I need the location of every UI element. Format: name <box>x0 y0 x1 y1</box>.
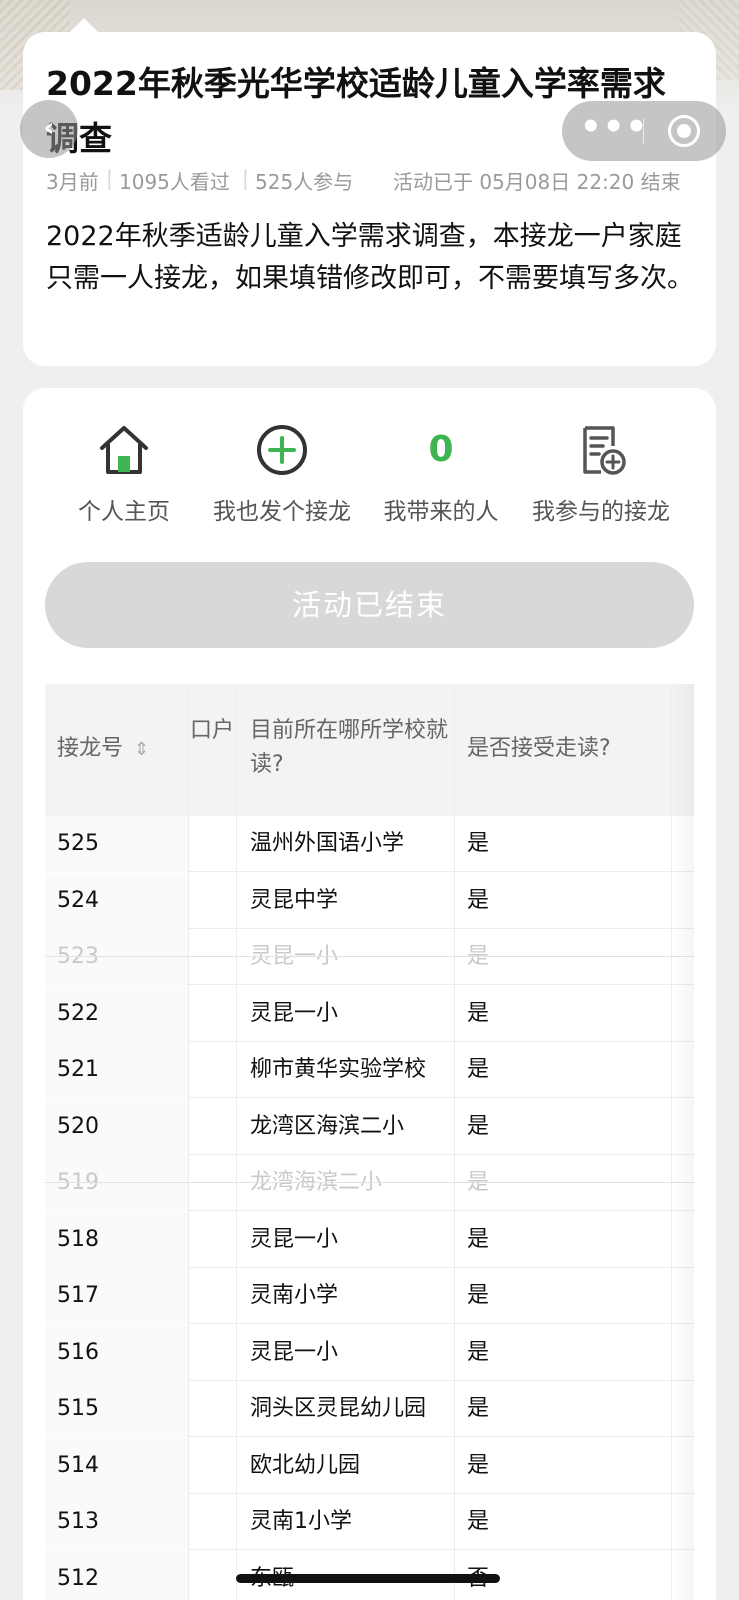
table-row[interactable]: 517 灵南小学 是 <box>45 1268 694 1324</box>
entry-number: 517 <box>57 1283 99 1308</box>
table-row[interactable]: 524 灵昆中学 是 <box>45 872 694 929</box>
accept-cell: 是 <box>467 1283 490 1308</box>
meta-separator: | <box>242 166 249 190</box>
document-add-icon <box>583 426 626 475</box>
header-hukou: 口户 <box>189 718 234 743</box>
entries-table: 接龙号 ⇕ 口户 目前所在哪所学校就读? 是否接受走读? 525 温州外国语小学是… <box>45 684 694 1600</box>
participant-count: 525人参与 <box>255 170 354 194</box>
column-divider <box>236 684 237 1600</box>
table-row[interactable]: 515 洞头区灵昆幼儿园 是 <box>45 1381 694 1437</box>
school-cell: 龙湾区海滨二小 <box>250 1113 405 1139</box>
view-count: 1095人看过 <box>119 170 230 194</box>
table-row[interactable]: 519 龙湾海滨二小 是 <box>45 1155 694 1211</box>
entry-number: 515 <box>57 1396 99 1421</box>
table-row[interactable]: 525 温州外国语小学 是 <box>45 816 694 872</box>
main-card: 个人主页 我也发个接龙 0 我带来的人 我参与的接龙 活动已结束 接龙号 ⇕ 口… <box>23 388 716 1600</box>
accept-cell: 是 <box>467 1509 490 1534</box>
table-row[interactable]: 513 灵南1小学 是 <box>45 1494 694 1550</box>
sort-icon: ⇕ <box>134 739 150 760</box>
table-row[interactable]: 514 欧北幼儿园 是 <box>45 1437 694 1494</box>
header-current-school: 目前所在哪所学校就读? <box>250 718 449 777</box>
school-cell: 灵昆一小 <box>250 944 339 969</box>
brought-count: 0 <box>428 429 454 470</box>
activity-description: 2022年秋季适龄儿童入学需求调查，本接龙一户家庭只需一人接龙，如果填错修改即可… <box>46 221 694 294</box>
activity-ended-button[interactable]: 活动已结束 <box>45 562 694 648</box>
accept-cell: 是 <box>467 944 490 969</box>
strikethrough-line <box>45 956 694 957</box>
entry-number: 520 <box>57 1113 99 1139</box>
home-indicator <box>236 1574 500 1583</box>
entry-number: 525 <box>57 831 99 856</box>
activity-meta: 3月前 | 1095人看过 | 525人参与 活动已于 05月08日 22:20… <box>46 166 716 196</box>
entry-number: 519 <box>57 1170 99 1195</box>
accept-cell: 是 <box>467 1396 490 1421</box>
accept-cell: 是 <box>467 887 490 913</box>
accept-cell: 是 <box>467 1339 490 1365</box>
entry-number: 512 <box>57 1565 99 1591</box>
table-row[interactable]: 522 灵昆一小 是 <box>45 985 694 1042</box>
entry-number: 513 <box>57 1509 99 1534</box>
activity-info-card: 2022年秋季光华学校适龄儿童入学率需求调查 3月前 | 1095人看过 | 5… <box>23 32 716 366</box>
column-divider <box>188 684 189 1600</box>
accept-cell: 是 <box>467 1000 490 1026</box>
accept-cell: 是 <box>467 831 490 856</box>
entry-number: 521 <box>57 1057 99 1082</box>
meta-separator: | <box>106 166 113 190</box>
entry-number: 514 <box>57 1452 99 1478</box>
accept-cell: 是 <box>467 1113 490 1139</box>
table-row[interactable]: 523 灵昆一小 是 <box>45 929 694 985</box>
school-cell: 灵昆一小 <box>250 1226 339 1252</box>
table-row[interactable]: 520 龙湾区海滨二小 是 <box>45 1098 694 1155</box>
action-label: 我带来的人 <box>383 499 499 525</box>
column-divider <box>454 684 455 1600</box>
card-notch <box>70 18 98 32</box>
action-label: 我也发个接龙 <box>213 499 351 525</box>
action-label: 个人主页 <box>78 499 170 525</box>
home-icon <box>100 426 148 474</box>
capsule-divider <box>643 118 644 144</box>
entry-number: 524 <box>57 887 99 913</box>
time-ago: 3月前 <box>46 170 99 194</box>
school-cell: 洞头区灵昆幼儿园 <box>250 1396 427 1421</box>
accept-cell: 是 <box>467 1170 490 1195</box>
header-accept-day-school: 是否接受走读? <box>467 736 611 761</box>
accept-cell: 是 <box>467 1452 490 1478</box>
school-cell: 灵昆一小 <box>250 1339 339 1365</box>
header-entry-number[interactable]: 接龙号 ⇕ <box>57 732 149 766</box>
school-cell: 柳市黄华实验学校 <box>250 1057 427 1082</box>
table-row[interactable]: 521 柳市黄华实验学校 是 <box>45 1042 694 1098</box>
end-time: 活动已于 05月08日 22:20 结束 <box>393 170 681 194</box>
miniprogram-capsule: ••• <box>562 101 726 161</box>
back-button[interactable]: ‹ <box>20 100 78 158</box>
school-cell: 灵南小学 <box>250 1283 339 1308</box>
table-row[interactable]: 516 灵昆一小 是 <box>45 1324 694 1381</box>
school-cell: 龙湾海滨二小 <box>250 1170 383 1195</box>
entry-number: 523 <box>57 944 99 969</box>
scroll-shadow <box>671 684 694 1600</box>
my-participated-button[interactable]: 我参与的接龙 <box>516 422 686 532</box>
school-cell: 温州外国语小学 <box>250 831 405 856</box>
table-header: 接龙号 ⇕ 口户 目前所在哪所学校就读? 是否接受走读? <box>45 684 694 816</box>
accept-cell: 是 <box>467 1226 490 1252</box>
people-i-brought-button[interactable]: 0 我带来的人 <box>356 422 526 532</box>
school-cell: 欧北幼儿园 <box>250 1452 361 1478</box>
more-dots-icon[interactable]: ••• <box>580 101 647 161</box>
entry-number: 522 <box>57 1000 99 1026</box>
chevron-left-icon: ‹ <box>43 113 55 143</box>
plus-circle-icon <box>257 425 307 475</box>
create-jielong-button[interactable]: 我也发个接龙 <box>197 422 367 532</box>
action-label: 我参与的接龙 <box>532 499 670 525</box>
action-bar: 个人主页 我也发个接龙 0 我带来的人 我参与的接龙 <box>23 422 716 532</box>
close-miniprogram-icon[interactable] <box>668 115 700 147</box>
accept-cell: 是 <box>467 1057 490 1082</box>
school-cell: 灵昆中学 <box>250 887 339 913</box>
table-row[interactable]: 518 灵昆一小 是 <box>45 1211 694 1268</box>
entry-number: 516 <box>57 1339 99 1365</box>
school-cell: 灵昆一小 <box>250 1000 339 1026</box>
entry-number: 518 <box>57 1226 99 1252</box>
school-cell: 灵南1小学 <box>250 1509 352 1534</box>
strikethrough-line <box>45 1182 694 1183</box>
personal-homepage-button[interactable]: 个人主页 <box>39 422 209 532</box>
